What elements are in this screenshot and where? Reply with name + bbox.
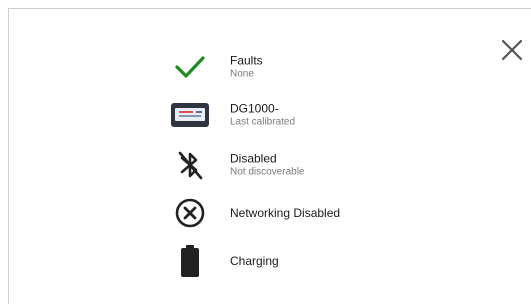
bluetooth-title: Disabled [230,151,277,166]
faults-text: Faults None [230,54,263,81]
faults-subtitle: None [230,68,254,80]
status-row-bluetooth: Disabled Not discoverable [169,145,469,185]
battery-title: Charging [230,254,279,268]
battery-icon [169,241,211,281]
status-panel: Faults None DG1000- Last calibrated Disa… [8,8,531,304]
device-icon [169,95,211,135]
faults-title: Faults [230,53,263,68]
networking-disabled-icon [169,193,211,233]
status-row-battery: Charging [169,241,469,281]
close-icon [501,39,523,61]
bluetooth-subtitle: Not discoverable [230,166,305,178]
status-row-networking: Networking Disabled [169,193,469,233]
checkmark-icon [169,47,211,87]
networking-text: Networking Disabled [230,206,340,220]
device-subtitle: Last calibrated [230,116,296,128]
networking-title: Networking Disabled [230,206,341,220]
status-row-device: DG1000- Last calibrated [169,95,469,135]
bluetooth-text: Disabled Not discoverable [230,152,304,179]
battery-text: Charging [230,254,279,268]
bluetooth-disabled-icon [169,145,211,185]
status-row-faults: Faults None [169,47,469,87]
close-button[interactable] [499,37,525,63]
device-text: DG1000- Last calibrated [230,102,295,129]
device-title: DG1000- [230,101,279,116]
